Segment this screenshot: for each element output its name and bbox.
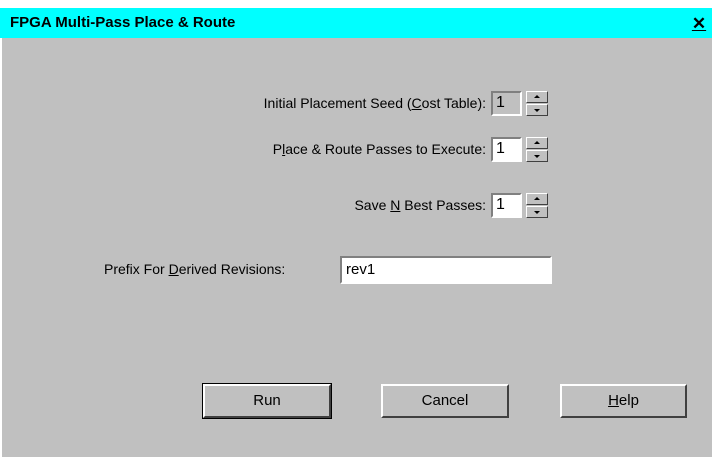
spin-down-arrow-icon: [534, 155, 540, 158]
label-text-part: P: [272, 141, 283, 157]
help-button-label: elp: [618, 392, 639, 409]
initial-seed-label: Initial Placement Seed (Cost Table):: [264, 95, 486, 111]
initial-seed-input[interactable]: 1: [491, 91, 522, 116]
passes-label: Place & Route Passes to Execute:: [273, 141, 486, 157]
accelerator-letter: C: [411, 95, 422, 111]
spin-down-arrow-icon: [534, 211, 540, 214]
cancel-button[interactable]: Cancel: [381, 384, 509, 418]
fpga-multipass-dialog: FPGA Multi-Pass Place & Route ✕ Initial …: [0, 8, 712, 459]
save-best-up-button[interactable]: [526, 193, 548, 205]
title-bar: FPGA Multi-Pass Place & Route ✕: [0, 8, 712, 38]
accelerator-letter: H: [608, 392, 619, 409]
save-best-label: Save N Best Passes:: [354, 197, 486, 213]
spin-down-arrow-icon: [534, 109, 540, 112]
save-best-down-button[interactable]: [526, 206, 548, 218]
label-text-part: Best Passes:: [400, 197, 486, 213]
label-text-part: Initial Placement Seed (: [263, 95, 412, 111]
help-button[interactable]: Help: [560, 384, 687, 418]
label-text-part: erived Revisions:: [178, 261, 286, 277]
label-text-part: ace & Route Passes to Execute:: [285, 141, 486, 157]
passes-input[interactable]: 1: [491, 137, 522, 162]
label-text-part: ost Table):: [421, 95, 486, 111]
passes-up-button[interactable]: [526, 137, 548, 149]
prefix-label: Prefix For Derived Revisions:: [104, 261, 285, 277]
passes-spinner: [526, 137, 548, 162]
spin-up-arrow-icon: [534, 197, 540, 200]
dialog-title: FPGA Multi-Pass Place & Route: [10, 14, 236, 31]
initial-seed-down-button[interactable]: [526, 104, 548, 116]
spin-up-arrow-icon: [534, 95, 540, 98]
passes-down-button[interactable]: [526, 150, 548, 162]
close-icon[interactable]: ✕: [688, 15, 710, 33]
dialog-border-left: [0, 38, 2, 459]
spin-up-arrow-icon: [534, 141, 540, 144]
accelerator-letter: D: [168, 261, 179, 277]
initial-seed-spinner: [526, 91, 548, 116]
label-text-part: Prefix For: [104, 261, 169, 277]
label-text-part: Save: [354, 197, 391, 213]
accelerator-letter: N: [390, 197, 401, 213]
run-button[interactable]: Run: [202, 383, 332, 419]
save-best-input[interactable]: 1: [491, 193, 522, 218]
initial-seed-up-button[interactable]: [526, 91, 548, 103]
prefix-input[interactable]: rev1: [340, 256, 552, 284]
save-best-spinner: [526, 193, 548, 218]
